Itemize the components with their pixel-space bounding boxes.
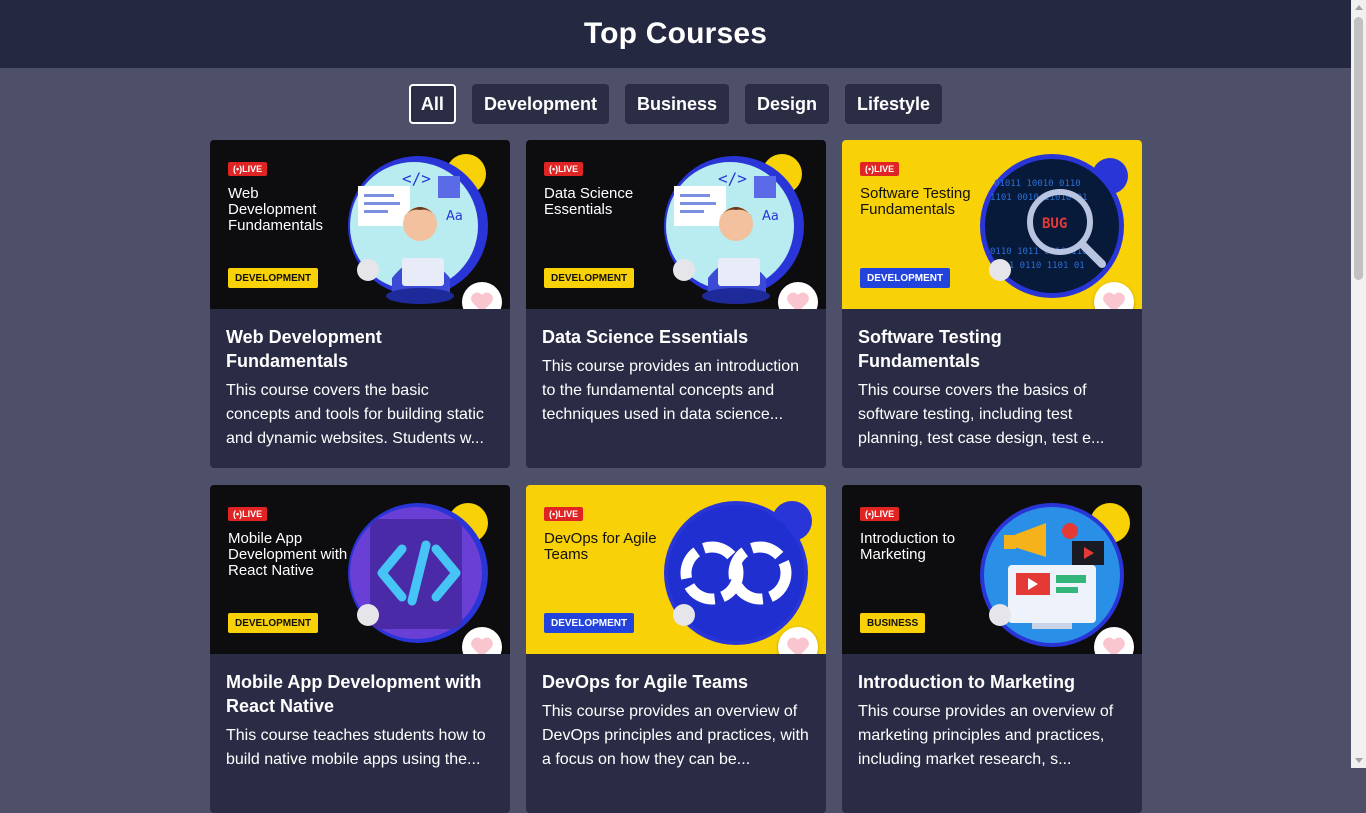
course-title[interactable]: Software Testing Fundamentals (858, 325, 1126, 373)
live-label: LIVE (874, 164, 895, 174)
course-body: Web Development Fundamentals This course… (210, 309, 510, 451)
course-card[interactable]: (•) LIVE Data Science Essentials DEVELOP… (526, 140, 826, 468)
course-card[interactable]: (•) LIVE DevOps for Agile Teams DEVELOPM… (526, 485, 826, 813)
svg-text:</>: </> (718, 169, 747, 188)
heart-icon (787, 637, 809, 654)
live-label: LIVE (558, 164, 579, 174)
live-badge: (•) LIVE (544, 162, 584, 176)
filter-lifestyle[interactable]: Lifestyle (845, 84, 943, 124)
course-body: Data Science Essentials This course prov… (526, 309, 826, 427)
course-description: This course covers the basic concepts an… (226, 382, 484, 447)
category-tag: DEVELOPMENT (544, 268, 635, 288)
live-label: LIVE (242, 509, 263, 519)
course-thumbnail[interactable]: (•) LIVE Web Development Fundamentals DE… (210, 140, 510, 309)
course-thumbnail[interactable]: (•) LIVE Mobile App Development with Rea… (210, 485, 510, 654)
heart-icon (471, 637, 493, 654)
course-thumbnail[interactable]: (•) LIVE DevOps for Agile Teams DEVELOPM… (526, 485, 826, 654)
svg-text:101 0110 1101 01: 101 0110 1101 01 (998, 261, 1085, 271)
course-card[interactable]: (•) LIVE Introduction to Marketing BUSIN… (842, 485, 1142, 813)
scroll-up-arrow-icon[interactable] (1355, 5, 1363, 10)
course-grid: (•) LIVE Web Development Fundamentals DE… (210, 140, 1142, 813)
thumbnail-title: Software Testing Fundamentals (860, 185, 971, 218)
course-body: Software Testing Fundamentals This cours… (842, 309, 1142, 451)
course-body: Introduction to Marketing This course pr… (842, 654, 1142, 772)
svg-text:Aa: Aa (762, 209, 779, 224)
course-description: This course provides an overview of DevO… (542, 703, 809, 768)
course-card[interactable]: (•) LIVE Web Development Fundamentals DE… (210, 140, 510, 468)
indicator-dot (673, 259, 695, 281)
svg-text:</>: </> (402, 169, 431, 188)
course-description: This course provides an overview of mark… (858, 703, 1114, 768)
heart-icon (787, 292, 809, 309)
heart-icon (471, 292, 493, 309)
page-header: Top Courses (0, 0, 1351, 68)
heart-icon (1103, 637, 1125, 654)
live-label: LIVE (242, 164, 263, 174)
filter-development[interactable]: Development (471, 84, 609, 124)
live-badge: (•) LIVE (228, 507, 268, 521)
indicator-dot (989, 259, 1011, 281)
page-title: Top Courses (583, 17, 768, 50)
thumbnail-title: Introduction to Marketing (860, 530, 956, 563)
course-thumbnail[interactable]: (•) LIVE Introduction to Marketing BUSIN… (842, 485, 1142, 654)
course-body: DevOps for Agile Teams This course provi… (526, 654, 826, 772)
course-title[interactable]: Mobile App Development with React Native (226, 670, 494, 718)
svg-text:01011 10010 0110: 01011 10010 0110 (994, 179, 1081, 189)
indicator-dot (989, 604, 1011, 626)
category-tag: BUSINESS (860, 613, 926, 633)
filter-design[interactable]: Design (745, 84, 830, 124)
live-badge: (•) LIVE (860, 162, 900, 176)
course-thumbnail[interactable]: (•) LIVE Software Testing Fundamentals D… (842, 140, 1142, 309)
live-label: LIVE (558, 509, 579, 519)
category-filters: All Development Business Design Lifestyl… (0, 84, 1351, 124)
live-label: LIVE (874, 509, 895, 519)
live-badge: (•) LIVE (228, 162, 268, 176)
live-badge: (•) LIVE (860, 507, 900, 521)
thumbnail-title: Mobile App Development with React Native (228, 530, 348, 579)
course-title[interactable]: Web Development Fundamentals (226, 325, 494, 373)
thumbnail-title: DevOps for Agile Teams (544, 530, 657, 563)
indicator-dot (357, 604, 379, 626)
category-tag: DEVELOPMENT (228, 613, 319, 633)
filter-all[interactable]: All (408, 84, 456, 124)
course-body: Mobile App Development with React Native… (210, 654, 510, 772)
course-title[interactable]: Data Science Essentials (542, 325, 810, 349)
thumbnail-title: Web Development Fundamentals (228, 185, 324, 234)
course-card[interactable]: (•) LIVE Software Testing Fundamentals D… (842, 140, 1142, 468)
course-title[interactable]: DevOps for Agile Teams (542, 670, 810, 694)
course-title[interactable]: Introduction to Marketing (858, 670, 1126, 694)
category-tag: DEVELOPMENT (860, 268, 951, 288)
vertical-scrollbar[interactable] (1351, 0, 1366, 768)
course-card[interactable]: (•) LIVE Mobile App Development with Rea… (210, 485, 510, 813)
scrollbar-thumb[interactable] (1354, 17, 1363, 280)
heart-icon (1103, 292, 1125, 309)
filter-business[interactable]: Business (624, 84, 730, 124)
category-tag: DEVELOPMENT (544, 613, 635, 633)
course-description: This course covers the basics of softwar… (858, 382, 1105, 447)
bug-label: BUG (1042, 216, 1067, 232)
course-description: This course provides an introduction to … (542, 358, 800, 423)
scroll-down-arrow-icon[interactable] (1355, 758, 1363, 763)
course-thumbnail[interactable]: (•) LIVE Data Science Essentials DEVELOP… (526, 140, 826, 309)
course-description: This course teaches students how to buil… (226, 727, 486, 768)
svg-text:Aa: Aa (446, 209, 463, 224)
category-tag: DEVELOPMENT (228, 268, 319, 288)
live-badge: (•) LIVE (544, 507, 584, 521)
thumbnail-title: Data Science Essentials (544, 185, 634, 218)
indicator-dot (357, 259, 379, 281)
indicator-dot (673, 604, 695, 626)
